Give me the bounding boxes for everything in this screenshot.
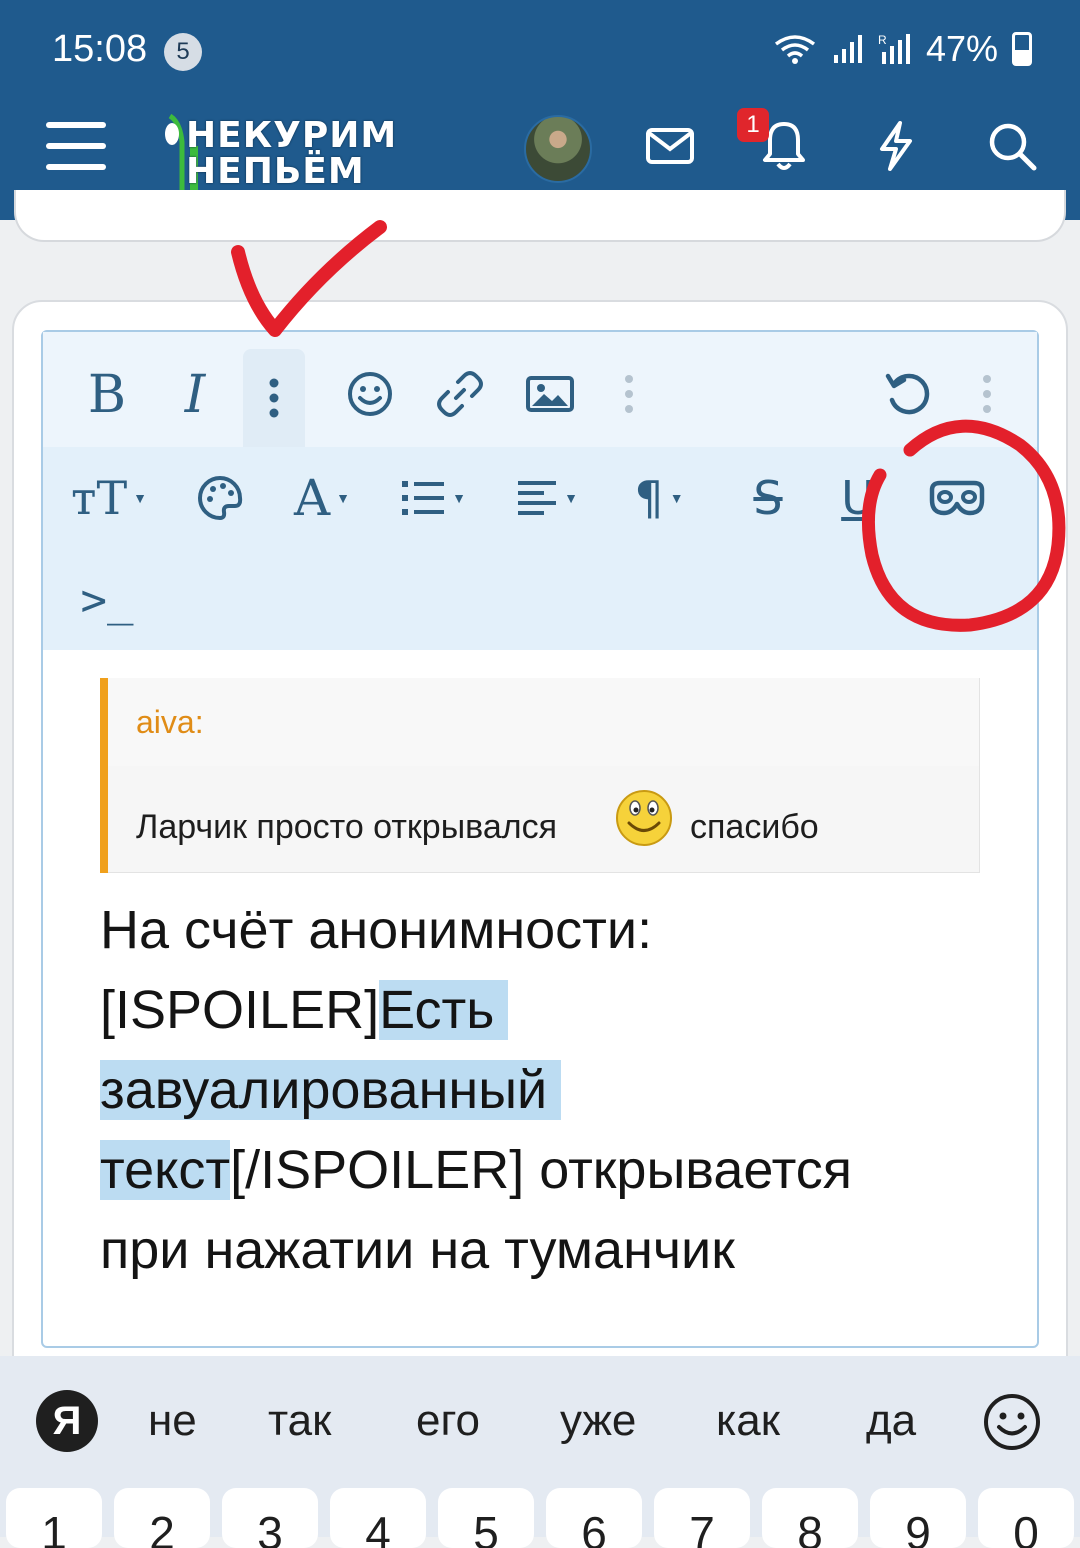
emoji-keyboard-icon[interactable] [982, 1392, 1042, 1452]
key-7[interactable]: 7 [654, 1488, 750, 1548]
suggestion[interactable]: его [416, 1396, 480, 1446]
signal-roaming-icon: R [878, 33, 910, 64]
strikethrough-icon: S [753, 471, 783, 525]
more-options-button[interactable] [243, 349, 305, 447]
signal-icon [833, 35, 862, 63]
font-family-icon: A [294, 469, 331, 527]
chevron-down-icon: ▼ [669, 490, 684, 506]
palette-icon [198, 475, 243, 521]
selected-text: текст [100, 1140, 231, 1200]
status-time: 15:08 [52, 28, 148, 70]
yandex-logo-icon[interactable]: Я [36, 1390, 98, 1452]
font-size-icon: тT [71, 471, 128, 525]
suggestion[interactable]: так [268, 1396, 331, 1446]
list-button[interactable]: ▼ [390, 466, 476, 530]
notification-badge: 1 [737, 108, 769, 142]
status-indicators: R 47% [772, 28, 1032, 70]
vertical-dots-icon [269, 378, 279, 418]
key-1[interactable]: 1 [6, 1488, 102, 1548]
suggestion[interactable]: не [148, 1396, 197, 1446]
inbox-button[interactable] [634, 110, 706, 182]
list-icon [402, 481, 445, 515]
avatar[interactable] [524, 115, 592, 183]
key-3[interactable]: 3 [222, 1488, 318, 1548]
site-logo[interactable]: НЕКУРИМ НЕПЬЁМ [162, 112, 432, 197]
bold-icon: B [87, 365, 127, 425]
body-line-1: На счёт анонимности: [100, 900, 653, 960]
suggestion[interactable]: как [716, 1396, 780, 1446]
link-button[interactable] [430, 362, 490, 426]
spoiler-open-tag: [ISPOILER] [100, 980, 380, 1040]
chevron-down-icon: ▼ [452, 490, 466, 506]
body-line-4: текст[/ISPOILER] открывается [100, 1130, 852, 1210]
body-line-2: [ISPOILER]Есть [100, 970, 509, 1050]
suggestion[interactable]: да [866, 1396, 916, 1446]
smiley-icon [348, 372, 392, 416]
suggestion[interactable]: уже [560, 1396, 636, 1446]
bold-button[interactable]: B [78, 360, 136, 430]
code-button[interactable]: >_ [72, 570, 142, 630]
paragraph-icon: ¶ [634, 471, 664, 525]
search-icon [989, 123, 1037, 171]
body-line-5: при нажатии на туманчик [100, 1220, 735, 1280]
image-button[interactable] [520, 362, 580, 426]
logo-line1: НЕКУРИМ [186, 115, 398, 156]
status-notification-count: 5 [164, 33, 202, 71]
mail-icon [646, 128, 694, 164]
wifi-icon [774, 35, 815, 64]
previous-post-card [14, 190, 1066, 242]
body-line-3: завуалированный [100, 1050, 562, 1130]
vertical-dots-icon [625, 375, 633, 413]
battery-icon [1012, 32, 1032, 66]
battery-percent: 47% [925, 28, 998, 69]
key-0[interactable]: 0 [978, 1488, 1074, 1548]
search-button[interactable] [976, 110, 1048, 182]
menu-icon [46, 122, 106, 170]
italic-icon: I [184, 365, 206, 425]
key-8[interactable]: 8 [762, 1488, 858, 1548]
color-button[interactable] [190, 466, 250, 530]
selected-text: завуалированный [100, 1060, 562, 1120]
svg-text:R: R [878, 33, 887, 47]
font-family-button[interactable]: A ▼ [280, 466, 364, 530]
key-5[interactable]: 5 [438, 1488, 534, 1548]
logo-line2: НЕПЬЁМ [186, 151, 365, 192]
key-9[interactable]: 9 [870, 1488, 966, 1548]
red-circle-annotation [861, 419, 1066, 632]
chevron-down-icon: ▼ [336, 490, 350, 506]
paragraph-button[interactable]: ¶ ▼ [616, 466, 702, 530]
emoji-button[interactable] [340, 362, 400, 426]
align-left-icon [518, 481, 557, 515]
red-checkmark-annotation [231, 220, 387, 337]
strikethrough-button[interactable]: S [738, 466, 798, 530]
key-4[interactable]: 4 [330, 1488, 426, 1548]
terminal-icon: >_ [80, 574, 134, 626]
key-6[interactable]: 6 [546, 1488, 642, 1548]
image-icon [526, 376, 574, 412]
key-2[interactable]: 2 [114, 1488, 210, 1548]
more-insert-button[interactable] [612, 362, 646, 426]
quote-accent-bar [100, 678, 108, 873]
selected-text: Есть [379, 980, 509, 1040]
font-size-button[interactable]: тT ▼ [64, 466, 154, 530]
chevron-down-icon: ▼ [564, 490, 578, 506]
quote-text-after: спасибо [690, 808, 819, 846]
quote-header [108, 678, 979, 766]
menu-button[interactable] [40, 110, 112, 182]
quote-text: Ларчик просто открывался [136, 808, 557, 846]
lightning-icon [880, 121, 912, 171]
spoiler-close-tag: [/ISPOILER] открывается [230, 1140, 852, 1200]
whats-new-button[interactable] [860, 110, 932, 182]
smiley-emoji-icon [616, 790, 672, 846]
link-icon [437, 371, 483, 417]
align-button[interactable]: ▼ [504, 466, 590, 530]
quote-author[interactable]: aiva: [136, 704, 204, 741]
chevron-down-icon: ▼ [133, 490, 147, 506]
italic-button[interactable]: I [166, 360, 224, 430]
